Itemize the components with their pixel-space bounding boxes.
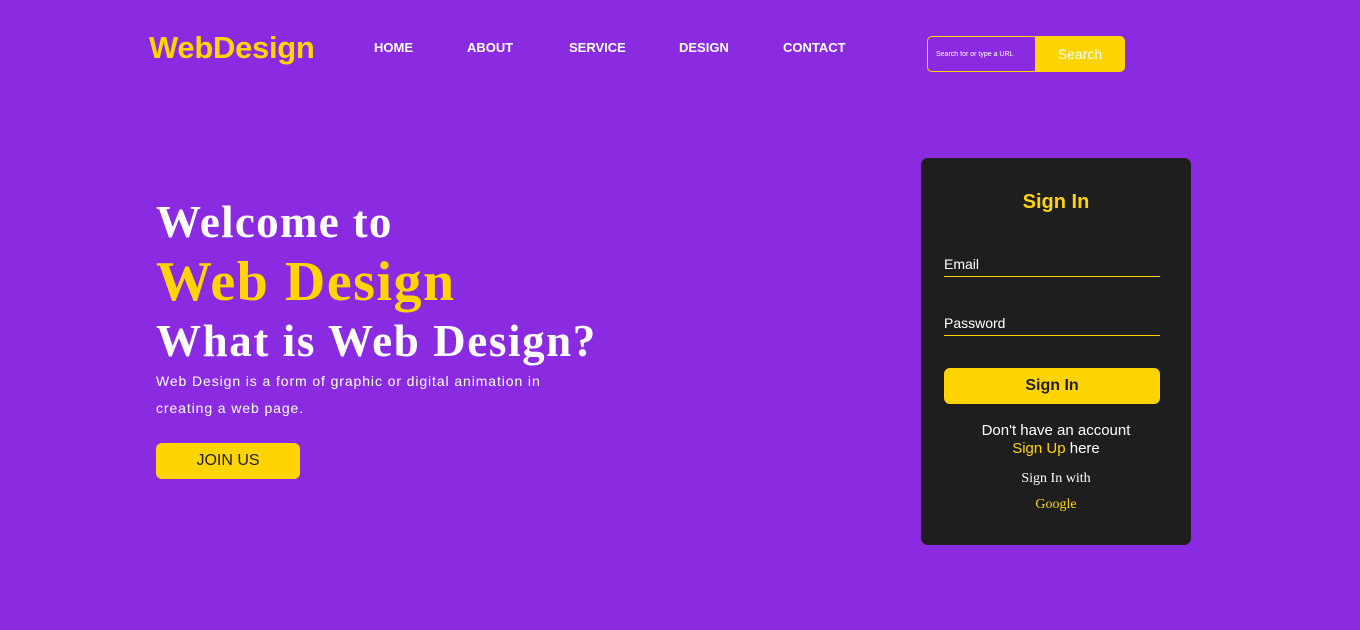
nav-item-service[interactable]: SERVICE: [569, 40, 626, 55]
nav-item-contact[interactable]: CONTACT: [783, 40, 846, 55]
brand-logo[interactable]: WebDesign: [149, 30, 315, 66]
hero-title: Web Design: [156, 251, 456, 313]
search-bar: Search: [927, 36, 1125, 72]
hero-welcome-heading: Welcome to: [156, 197, 393, 247]
no-account-text: Don't have an account Sign Up here: [921, 422, 1191, 458]
no-account-label: Don't have an account: [981, 422, 1131, 439]
password-field-wrapper: [944, 311, 1160, 336]
password-field[interactable]: [944, 311, 1160, 335]
join-us-button[interactable]: JOIN US: [156, 443, 300, 479]
hero-description: Web Design is a form of graphic or digit…: [156, 373, 541, 416]
signin-title: Sign In: [1022, 191, 1090, 213]
nav-item-about[interactable]: ABOUT: [467, 40, 513, 55]
email-field[interactable]: [944, 252, 1160, 276]
search-input[interactable]: [927, 36, 1035, 72]
hero-question-heading: What is Web Design?: [156, 316, 597, 366]
search-button[interactable]: Search: [1035, 36, 1125, 72]
nav-item-home[interactable]: HOME: [374, 40, 413, 55]
signin-button[interactable]: Sign In: [944, 368, 1160, 404]
nav-item-design[interactable]: DESIGN: [679, 40, 729, 55]
signin-card: Sign In Sign In Don't have an account Si…: [921, 158, 1191, 545]
signup-link[interactable]: Sign Up: [1012, 440, 1065, 457]
signin-with-label: Sign In with: [1021, 471, 1091, 486]
signup-suffix: here: [1065, 440, 1100, 457]
google-signin-link[interactable]: Google: [921, 497, 1191, 513]
email-field-wrapper: [944, 252, 1160, 277]
